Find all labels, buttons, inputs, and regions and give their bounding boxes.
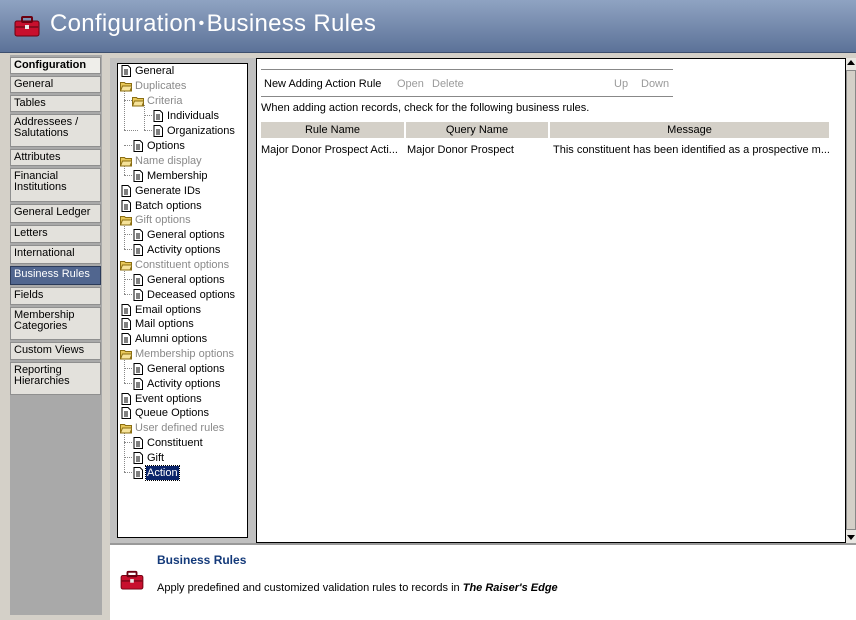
- column-header-query-name[interactable]: Query Name: [406, 122, 550, 138]
- options-tree[interactable]: General Duplicates Criteria Individuals …: [117, 63, 248, 538]
- footer-description: Apply predefined and customized validati…: [157, 582, 558, 594]
- folder-open-icon: [120, 82, 132, 92]
- page-icon: [121, 333, 131, 345]
- page-icon: [121, 304, 131, 316]
- toolbox-icon: [120, 570, 144, 590]
- open-button[interactable]: Open: [397, 78, 424, 90]
- page-icon: [153, 110, 163, 122]
- page-title: Configuration •Business Rules: [50, 10, 376, 38]
- nav-item-reporting-hierarchies[interactable]: Reporting Hierarchies: [10, 362, 101, 395]
- new-rule-button[interactable]: New Adding Action Rule: [264, 78, 381, 90]
- nav-item-international[interactable]: International: [10, 245, 101, 264]
- scroll-down-arrow-icon[interactable]: [847, 535, 855, 540]
- page-icon: [121, 200, 131, 212]
- folder-open-icon: [120, 424, 132, 434]
- nav-item-tables[interactable]: Tables: [10, 95, 101, 112]
- nav-item-general-ledger[interactable]: General Ledger: [10, 204, 101, 223]
- column-header-rule-name[interactable]: Rule Name: [261, 122, 406, 138]
- vertical-scrollbar[interactable]: [846, 58, 856, 543]
- page-icon: [121, 185, 131, 197]
- config-nav: Configuration General Tables Addressees …: [10, 55, 102, 615]
- page-icon: [133, 140, 143, 152]
- nav-item-addressees[interactable]: Addressees / Salutations: [10, 114, 101, 147]
- nav-item-custom-views[interactable]: Custom Views: [10, 342, 101, 360]
- title-separator: •: [198, 15, 205, 32]
- cell-message: This constituent has been identified as …: [553, 144, 829, 156]
- nav-item-fields[interactable]: Fields: [10, 287, 101, 305]
- nav-item-membership-categories[interactable]: Membership Categories: [10, 307, 101, 340]
- page-icon: [121, 407, 131, 419]
- column-header-message[interactable]: Message: [550, 122, 829, 138]
- action-bar: New Adding Action Rule Open Delete Up Do…: [261, 69, 673, 97]
- product-name: The Raiser's Edge: [462, 582, 558, 594]
- title-sub: Business Rules: [206, 10, 377, 37]
- up-button[interactable]: Up: [614, 78, 628, 90]
- page-header: Configuration •Business Rules: [0, 0, 856, 53]
- page-icon: [133, 437, 143, 449]
- folder-open-icon: [120, 261, 132, 271]
- scroll-thumb[interactable]: [846, 70, 856, 530]
- page-icon: [133, 170, 143, 182]
- cell-query-name: Major Donor Prospect: [407, 144, 514, 156]
- tree-panel: General Duplicates Criteria Individuals …: [110, 58, 256, 543]
- nav-item-financial-institutions[interactable]: Financial Institutions: [10, 168, 101, 202]
- page-icon: [133, 467, 143, 479]
- nav-item-business-rules[interactable]: Business Rules: [10, 266, 101, 285]
- folder-open-icon: [120, 157, 132, 167]
- page-icon: [133, 274, 143, 286]
- instruction-text: When adding action records, check for th…: [261, 102, 590, 114]
- scroll-up-arrow-icon[interactable]: [847, 60, 855, 65]
- page-icon: [133, 378, 143, 390]
- folder-open-icon: [120, 350, 132, 360]
- nav-item-attributes[interactable]: Attributes: [10, 149, 101, 166]
- page-icon: [133, 289, 143, 301]
- folder-open-icon: [132, 97, 144, 107]
- page-icon: [133, 363, 143, 375]
- page-icon: [133, 244, 143, 256]
- title-main: Configuration: [50, 10, 197, 37]
- folder-open-icon: [120, 216, 132, 226]
- toolbox-icon: [14, 16, 40, 37]
- page-icon: [121, 65, 131, 77]
- page-icon: [121, 393, 131, 405]
- delete-button[interactable]: Delete: [432, 78, 464, 90]
- page-icon: [153, 125, 163, 137]
- nav-item-general[interactable]: General: [10, 76, 101, 93]
- footer-title: Business Rules: [157, 553, 247, 567]
- cell-rule-name: Major Donor Prospect Acti...: [261, 144, 398, 156]
- page-icon: [133, 452, 143, 464]
- rules-panel: New Adding Action Rule Open Delete Up Do…: [256, 58, 846, 543]
- description-footer: Business Rules Apply predefined and cust…: [110, 543, 856, 620]
- page-icon: [121, 318, 131, 330]
- down-button[interactable]: Down: [641, 78, 669, 90]
- page-icon: [133, 229, 143, 241]
- nav-item-letters[interactable]: Letters: [10, 225, 101, 243]
- nav-header[interactable]: Configuration: [10, 57, 101, 74]
